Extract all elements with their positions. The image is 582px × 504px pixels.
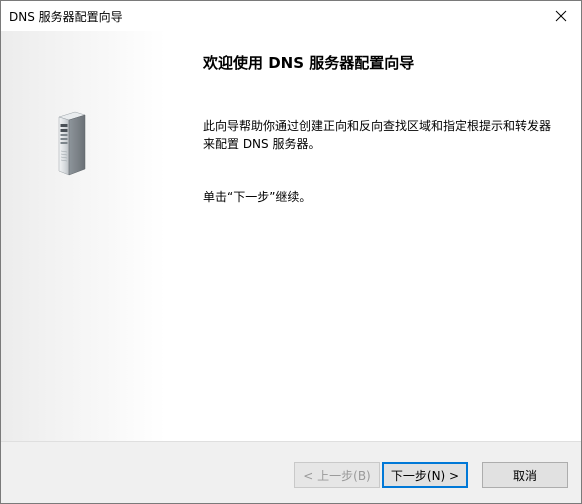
button-bar: < 上一步(B) 下一步(N) > 取消 xyxy=(1,442,581,503)
close-icon xyxy=(555,10,567,22)
continue-hint: 单击“下一步”继续。 xyxy=(203,190,312,204)
wizard-side-panel xyxy=(1,31,166,441)
page-heading: 欢迎使用 DNS 服务器配置向导 xyxy=(203,54,415,72)
wizard-description: 此向导帮助你通过创建正向和反向查找区域和指定根提示和转发器来配置 DNS 服务器… xyxy=(203,119,552,151)
close-button[interactable] xyxy=(541,1,581,31)
back-button[interactable]: < 上一步(B) xyxy=(294,462,380,488)
window-title: DNS 服务器配置向导 xyxy=(9,10,123,24)
wizard-window: DNS 服务器配置向导 欢迎使用 DNS 服务器配置向导 此向导帮助你通过创建正… xyxy=(0,0,582,504)
server-tower-icon xyxy=(58,111,86,176)
cancel-button[interactable]: 取消 xyxy=(482,462,568,488)
title-bar: DNS 服务器配置向导 xyxy=(1,1,581,31)
next-button[interactable]: 下一步(N) > xyxy=(382,462,468,488)
